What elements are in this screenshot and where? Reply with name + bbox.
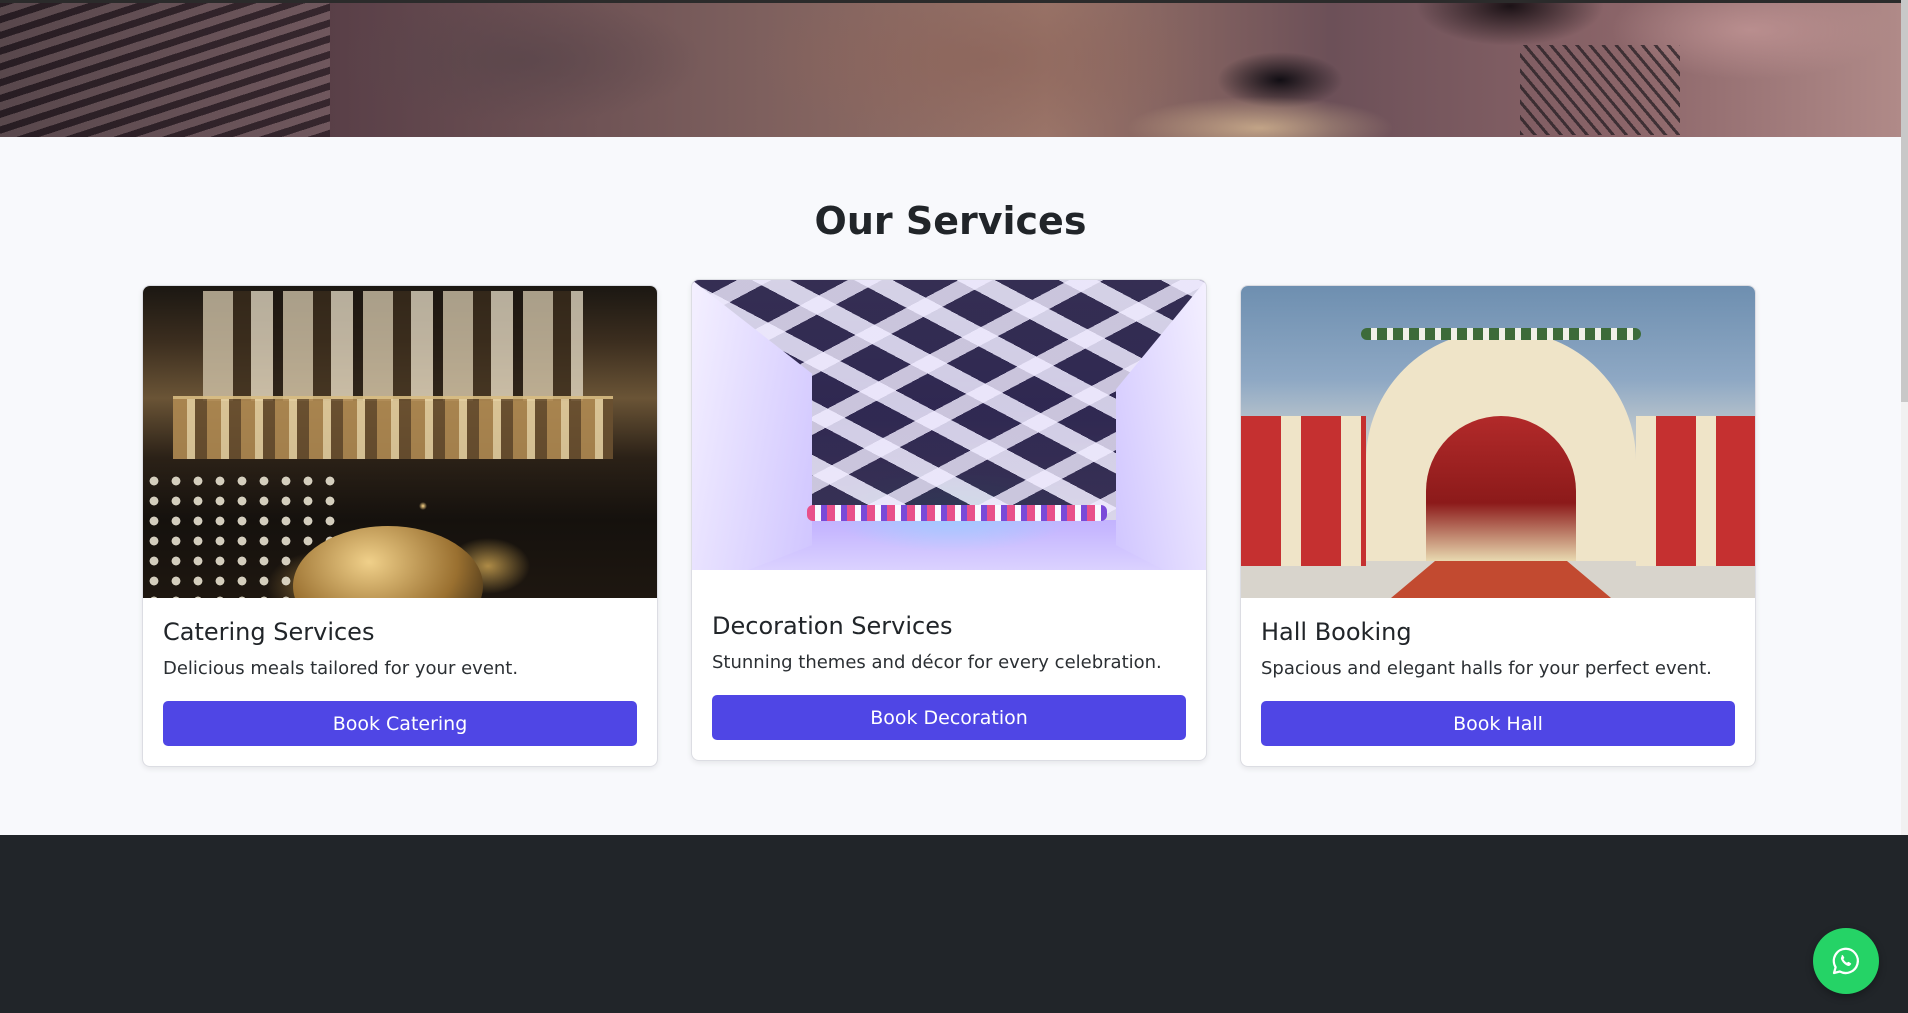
page-scrollbar[interactable]	[1901, 0, 1908, 835]
card-body: Catering Services Delicious meals tailor…	[143, 598, 657, 766]
services-section: Our Services Catering Services Delicious…	[0, 137, 1901, 835]
card-description: Stunning themes and décor for every cele…	[712, 652, 1162, 673]
book-catering-button[interactable]: Book Catering	[163, 701, 637, 746]
decoration-card: Decoration Services Stunning themes and …	[691, 279, 1207, 761]
card-title: Decoration Services	[712, 612, 953, 640]
hero-banner-image	[0, 0, 1901, 137]
card-description: Spacious and elegant halls for your perf…	[1261, 658, 1712, 679]
section-title: Our Services	[814, 199, 1087, 243]
whatsapp-button[interactable]	[1813, 928, 1879, 994]
hall-booking-card: Hall Booking Spacious and elegant halls …	[1240, 285, 1756, 767]
hall-image	[1241, 286, 1755, 598]
card-title: Hall Booking	[1261, 618, 1412, 646]
card-body: Decoration Services Stunning themes and …	[692, 592, 1206, 760]
hero-top-edge	[0, 0, 1901, 3]
card-title: Catering Services	[163, 618, 375, 646]
card-body: Hall Booking Spacious and elegant halls …	[1241, 598, 1755, 766]
catering-image	[143, 286, 657, 598]
whatsapp-icon	[1832, 947, 1859, 975]
footer	[0, 835, 1908, 1013]
book-decoration-button[interactable]: Book Decoration	[712, 695, 1186, 740]
card-description: Delicious meals tailored for your event.	[163, 658, 519, 679]
decoration-image	[692, 280, 1206, 592]
book-hall-button[interactable]: Book Hall	[1261, 701, 1735, 746]
scrollbar-thumb[interactable]	[1901, 0, 1908, 402]
catering-card: Catering Services Delicious meals tailor…	[142, 285, 658, 767]
